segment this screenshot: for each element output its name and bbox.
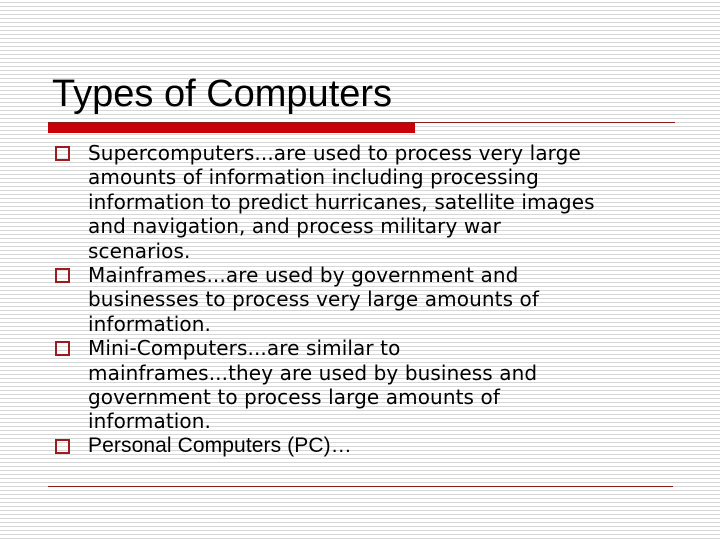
bullet-list: Supercomputers...are used to process ver… <box>54 141 674 458</box>
footer-divider <box>48 486 673 487</box>
bullet-text-line: Mainframes...are used by government and <box>88 263 519 288</box>
bullet-item-mainframes: Mainframes...are used by government and … <box>54 263 674 336</box>
bullet-text-line: mainframes...they are used by business a… <box>88 360 538 385</box>
bullet-text-line: information. <box>88 409 211 434</box>
bullet-text-line: scenarios. <box>88 238 191 263</box>
square-bullet-icon <box>55 341 70 357</box>
title-accent-bar <box>48 123 415 133</box>
bullet-item-minicomputers: Mini-Computers...are similar to mainfram… <box>54 336 674 434</box>
bullet-text-line: Mini-Computers...are similar to <box>88 336 401 361</box>
bullet-item-supercomputers: Supercomputers...are used to process ver… <box>54 141 674 263</box>
bullet-text-line: and navigation, and process military war <box>88 214 501 239</box>
bullet-text-line: amounts of information including process… <box>88 165 539 190</box>
bullet-text-line: Personal Computers (PC)… <box>88 433 352 457</box>
bullet-text-line: information to predict hurricanes, satel… <box>88 189 595 214</box>
bullet-text-line: Supercomputers...are used to process ver… <box>88 141 581 165</box>
bullet-item-personal-computers: Personal Computers (PC)… <box>54 434 674 458</box>
slide-title: Types of Computers <box>52 73 393 115</box>
square-bullet-icon <box>55 438 70 454</box>
bullet-text-line: businesses to process very large amounts… <box>88 287 540 312</box>
square-bullet-icon <box>55 146 70 161</box>
bullet-text-line: government to process large amounts of <box>88 385 500 410</box>
square-bullet-icon <box>55 268 70 284</box>
bullet-text-line: information. <box>88 311 211 336</box>
